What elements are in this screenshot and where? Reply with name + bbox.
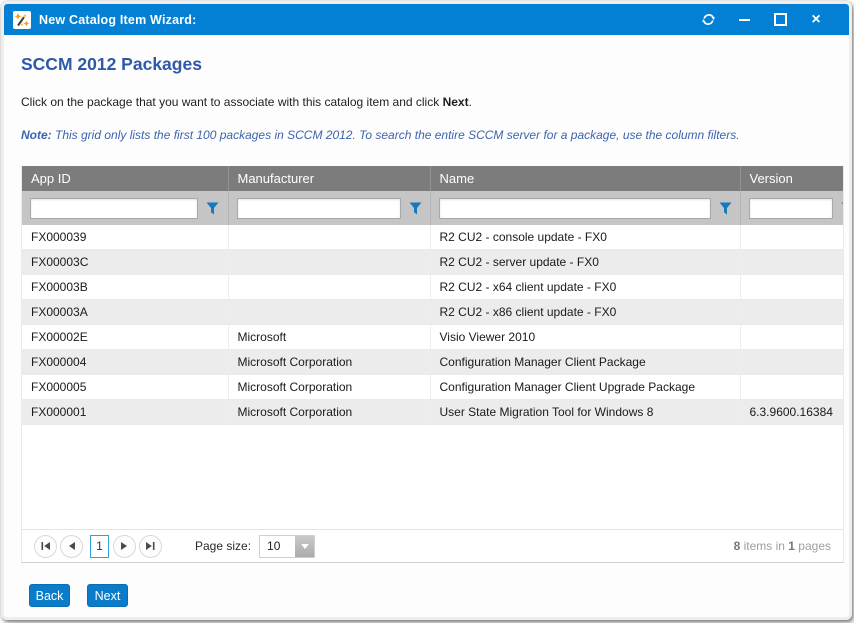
status-suffix-text: pages xyxy=(795,539,831,553)
table-row[interactable]: FX000001Microsoft CorporationUser State … xyxy=(22,400,844,425)
note-body: This grid only lists the first 100 packa… xyxy=(52,128,740,142)
filter-funnel-icon[interactable] xyxy=(206,202,219,215)
table-cell: FX00003B xyxy=(22,275,228,300)
column-header-version[interactable]: Version xyxy=(740,166,844,191)
window-controls: × xyxy=(697,9,849,31)
table-cell: Configuration Manager Client Upgrade Pac… xyxy=(430,375,740,400)
table-cell: FX000001 xyxy=(22,400,228,425)
instruction-prefix: Click on the package that you want to as… xyxy=(21,95,443,109)
minimize-icon[interactable] xyxy=(733,9,755,31)
packages-table: App ID Manufacturer Name Version xyxy=(22,166,844,425)
instruction-next-word: Next xyxy=(443,95,469,109)
filter-input-app-id[interactable] xyxy=(30,198,198,219)
table-cell: Microsoft Corporation xyxy=(228,400,430,425)
table-cell: User State Migration Tool for Windows 8 xyxy=(430,400,740,425)
window-title: New Catalog Item Wizard: xyxy=(39,13,197,27)
table-cell xyxy=(740,275,844,300)
instruction-text: Click on the package that you want to as… xyxy=(21,95,472,109)
table-cell: R2 CU2 - x64 client update - FX0 xyxy=(430,275,740,300)
filter-funnel-icon[interactable] xyxy=(719,202,732,215)
next-button[interactable]: Next xyxy=(87,584,128,607)
note-label: Note: xyxy=(21,128,52,142)
table-row[interactable]: FX00003A R2 CU2 - x86 client update - FX0 xyxy=(22,300,844,325)
table-cell: Configuration Manager Client Package xyxy=(430,350,740,375)
filter-input-manufacturer[interactable] xyxy=(237,198,401,219)
chevron-down-icon xyxy=(301,544,309,549)
table-cell: FX000005 xyxy=(22,375,228,400)
table-cell xyxy=(740,350,844,375)
column-header-manufacturer[interactable]: Manufacturer xyxy=(228,166,430,191)
table-row[interactable]: FX000004Microsoft CorporationConfigurati… xyxy=(22,350,844,375)
table-row[interactable]: FX000039 R2 CU2 - console update - FX0 xyxy=(22,225,844,250)
table-cell xyxy=(740,325,844,350)
table-cell: Visio Viewer 2010 xyxy=(430,325,740,350)
table-cell xyxy=(228,225,430,250)
table-cell: 6.3.9600.16384 xyxy=(740,400,844,425)
table-cell xyxy=(228,250,430,275)
table-cell: FX000004 xyxy=(22,350,228,375)
table-cell xyxy=(228,300,430,325)
filter-row xyxy=(22,191,844,225)
instruction-suffix: . xyxy=(469,95,472,109)
pager-next-button[interactable] xyxy=(113,535,136,558)
table-cell xyxy=(228,275,430,300)
refresh-icon[interactable] xyxy=(697,9,719,31)
page-title: SCCM 2012 Packages xyxy=(21,54,202,75)
table-cell xyxy=(740,225,844,250)
pager: 1 Page size: 10 8 items in 1 pages xyxy=(22,529,843,562)
table-cell xyxy=(740,250,844,275)
note-text: Note: This grid only lists the first 100… xyxy=(21,128,740,142)
close-icon[interactable]: × xyxy=(805,9,827,31)
table-cell: R2 CU2 - x86 client update - FX0 xyxy=(430,300,740,325)
table-row[interactable]: FX00002EMicrosoftVisio Viewer 2010 xyxy=(22,325,844,350)
table-body: FX000039R2 CU2 - console update - FX0FX0… xyxy=(22,225,844,425)
pager-last-button[interactable] xyxy=(139,535,162,558)
column-header-app-id[interactable]: App ID xyxy=(22,166,228,191)
table-cell xyxy=(740,300,844,325)
filter-input-name[interactable] xyxy=(439,198,711,219)
page-size-label: Page size: xyxy=(195,539,251,553)
table-cell: FX000039 xyxy=(22,225,228,250)
maximize-icon[interactable] xyxy=(769,9,791,31)
status-mid-text: items in xyxy=(740,539,788,553)
pager-first-button[interactable] xyxy=(34,535,57,558)
table-cell xyxy=(740,375,844,400)
pager-status: 8 items in 1 pages xyxy=(734,539,831,553)
table-cell: R2 CU2 - console update - FX0 xyxy=(430,225,740,250)
page-size-select[interactable]: 10 xyxy=(259,535,315,558)
pager-current-page[interactable]: 1 xyxy=(90,535,109,558)
table-cell: FX00003A xyxy=(22,300,228,325)
column-header-name[interactable]: Name xyxy=(430,166,740,191)
table-cell: FX00003C xyxy=(22,250,228,275)
table-row[interactable]: FX000005Microsoft CorporationConfigurati… xyxy=(22,375,844,400)
wizard-app-icon xyxy=(13,11,31,29)
table-cell: R2 CU2 - server update - FX0 xyxy=(430,250,740,275)
filter-input-version[interactable] xyxy=(749,198,833,219)
table-cell: Microsoft Corporation xyxy=(228,350,430,375)
page-size-dropdown-button[interactable] xyxy=(295,536,314,557)
pages-count: 1 xyxy=(788,539,795,553)
header-row: App ID Manufacturer Name Version xyxy=(22,166,844,191)
wizard-window: New Catalog Item Wizard: × SCCM 2012 Pac… xyxy=(1,1,852,620)
page-size-value: 10 xyxy=(260,536,295,557)
back-button[interactable]: Back xyxy=(29,584,70,607)
wizard-content: SCCM 2012 Packages Click on the package … xyxy=(4,35,849,617)
table-row[interactable]: FX00003C R2 CU2 - server update - FX0 xyxy=(22,250,844,275)
table-cell: Microsoft Corporation xyxy=(228,375,430,400)
titlebar: New Catalog Item Wizard: × xyxy=(4,4,849,35)
table-cell: Microsoft xyxy=(228,325,430,350)
pager-prev-button[interactable] xyxy=(60,535,83,558)
filter-funnel-icon[interactable] xyxy=(409,202,422,215)
filter-funnel-icon[interactable] xyxy=(841,202,845,215)
packages-grid: App ID Manufacturer Name Version xyxy=(21,166,844,563)
table-row[interactable]: FX00003B R2 CU2 - x64 client update - FX0 xyxy=(22,275,844,300)
table-cell: FX00002E xyxy=(22,325,228,350)
